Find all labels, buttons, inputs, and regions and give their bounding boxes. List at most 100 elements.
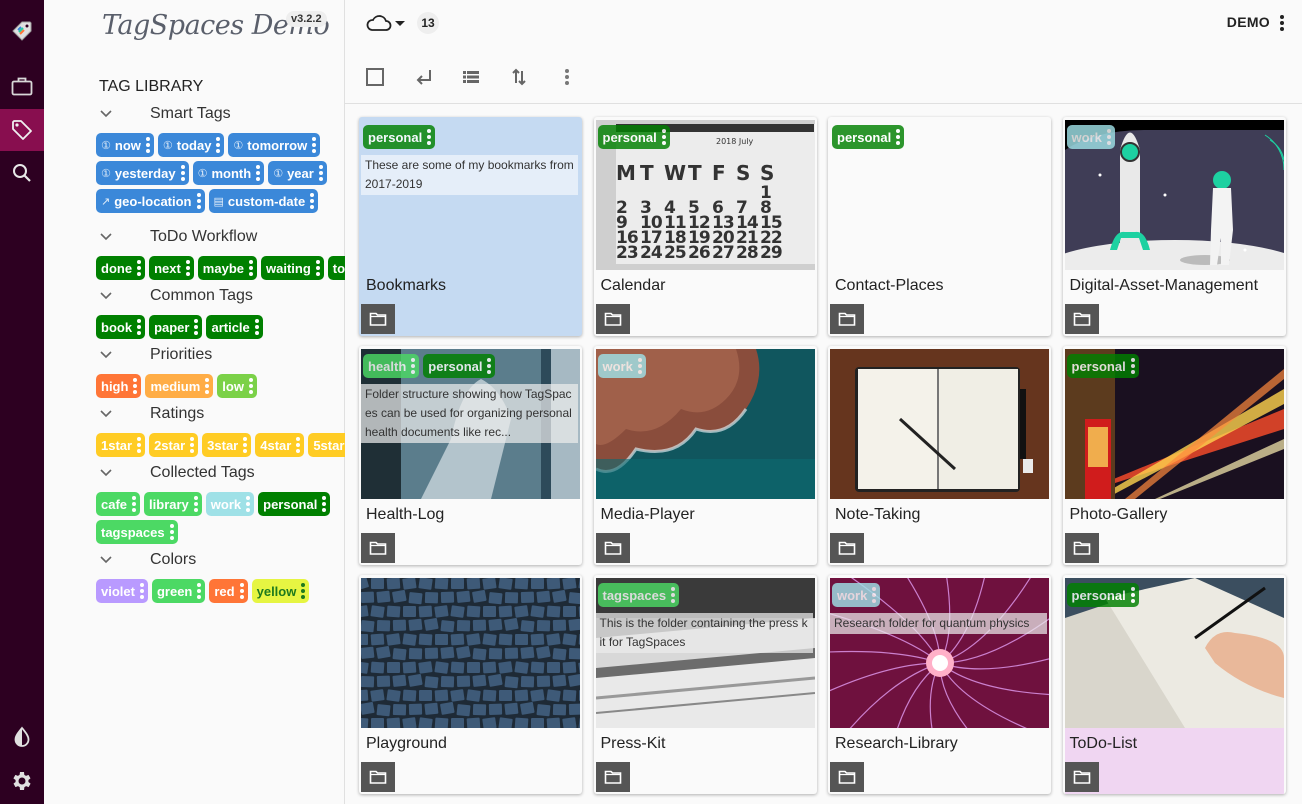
tag-menu-icon[interactable] [216,137,221,153]
folder-tag-chip[interactable]: personal [363,125,436,149]
tag-menu-icon[interactable] [194,319,199,335]
tag-menu-icon[interactable] [296,437,301,453]
open-folder-button[interactable] [830,304,864,334]
tag-menu-icon[interactable] [318,165,323,181]
tag-group-header[interactable]: Common Tags [96,283,386,309]
tag-menu-icon[interactable] [671,587,676,603]
tag-menu-icon[interactable] [132,496,137,512]
tag-chip[interactable]: personal [258,492,331,516]
open-folder-button[interactable] [1064,762,1099,792]
tag-menu-icon[interactable] [248,378,253,394]
folder-card[interactable]: work Research folder for quantum physics R… [828,575,1051,794]
folder-tag-chip[interactable]: personal [1066,583,1139,607]
tag-menu-icon[interactable] [185,260,190,276]
tag-group-header[interactable]: Colors [96,547,386,573]
tag-menu-icon[interactable] [661,129,666,145]
tag-chip[interactable]: yellow [251,579,310,603]
tag-menu-icon[interactable] [312,137,317,153]
tag-chip[interactable]: article [206,315,263,339]
folder-tag-chip[interactable]: tagspaces [597,583,680,607]
folder-tag-chip[interactable]: health [363,354,420,378]
tag-menu-icon[interactable] [137,319,142,335]
tag-menu-icon[interactable] [310,193,315,209]
tag-chip[interactable]: low [217,374,257,398]
tag-menu-icon[interactable] [637,358,642,374]
tag-menu-icon[interactable] [896,129,901,145]
tag-menu-icon[interactable] [246,496,251,512]
tag-chip[interactable]: ① now [96,133,154,157]
tag-menu-icon[interactable] [254,319,259,335]
tag-menu-icon[interactable] [427,129,432,145]
tag-menu-icon[interactable] [196,193,201,209]
folder-tag-chip[interactable]: work [1066,125,1115,149]
open-folder-button[interactable] [1064,533,1099,563]
tag-chip[interactable]: ① tomorrow [228,133,321,157]
tag-menu-icon[interactable] [137,260,142,276]
tag-chip[interactable]: cafe [96,492,141,516]
tag-group-header[interactable]: Priorities [96,342,386,368]
open-folder-button[interactable] [595,762,630,792]
open-folder-button[interactable] [595,533,630,563]
folder-card[interactable]: tagspaces This is the folder containing t… [593,575,817,794]
folder-card[interactable]: health personal Folder structure showing h… [359,346,582,565]
folder-tag-chip[interactable]: personal [832,125,905,149]
folder-card[interactable]: personal Photo-Gallery [1062,346,1286,565]
more-options-button[interactable] [554,64,580,90]
tag-chip[interactable]: ▤ custom-date [208,189,319,213]
tag-menu-icon[interactable] [169,524,174,540]
folder-card[interactable]: personal Contact-Places [828,117,1051,336]
tag-menu-icon[interactable] [239,583,244,599]
folder-tag-chip[interactable]: personal [423,354,496,378]
tag-chip[interactable]: violet [96,579,148,603]
open-folder-button[interactable] [830,533,864,563]
tag-menu-icon[interactable] [487,358,492,374]
tag-menu-icon[interactable] [1130,587,1135,603]
tag-menu-icon[interactable] [205,378,210,394]
folder-tag-chip[interactable]: personal [597,125,670,149]
tag-chip[interactable]: tagspaces [96,520,178,544]
tagspaces-logo-button[interactable] [0,10,44,52]
parent-folder-button[interactable] [411,64,437,90]
folder-tag-chip[interactable]: work [832,583,881,607]
tag-group-header[interactable]: Collected Tags [96,460,386,486]
folder-card[interactable]: Note-Taking [828,346,1051,565]
tag-menu-icon[interactable] [145,137,150,153]
tag-menu-icon[interactable] [197,583,202,599]
folder-card[interactable]: Playground [359,575,582,794]
open-folder-button[interactable] [361,304,395,334]
tag-menu-icon[interactable] [1130,358,1135,374]
folder-card[interactable]: 2018 July M T W T F S S 1 2 3 4 5 6 7 8 9 10 11 12 13 14 15 16 1… [593,117,817,336]
sort-button[interactable] [506,64,532,90]
locations-button[interactable] [0,65,44,107]
tag-menu-icon[interactable] [249,260,253,276]
tag-library-button[interactable] [0,109,44,151]
open-folder-button[interactable] [595,304,630,334]
open-folder-button[interactable] [1064,304,1099,334]
folder-card[interactable]: work Media-Player [593,346,817,565]
tag-menu-icon[interactable] [139,583,144,599]
tag-menu-icon[interactable] [190,437,195,453]
tag-menu-icon[interactable] [137,437,142,453]
tag-menu-icon[interactable] [243,437,248,453]
folder-card[interactable]: personal ToDo-List [1062,575,1286,794]
tag-menu-icon[interactable] [315,260,320,276]
tag-chip[interactable]: ① today [157,133,225,157]
theme-toggle-button[interactable] [0,716,44,758]
tag-chip[interactable]: ↗ geo-location [96,189,205,213]
tag-chip[interactable]: waiting [261,256,324,280]
tag-menu-icon[interactable] [322,496,327,512]
settings-button[interactable] [0,760,44,802]
tag-chip[interactable]: 3star [202,433,252,457]
tag-chip[interactable]: ① month [192,161,265,185]
tag-chip[interactable]: 4star [255,433,305,457]
tag-menu-icon[interactable] [256,165,261,181]
tag-menu-icon[interactable] [193,496,198,512]
tag-chip[interactable]: next [149,256,194,280]
open-folder-button[interactable] [830,762,864,792]
search-button[interactable] [0,152,44,194]
folder-tag-chip[interactable]: work [597,354,646,378]
folder-card[interactable]: work Digital-Asset-Management [1062,117,1286,336]
tag-chip[interactable]: ① year [268,161,327,185]
tag-group-header[interactable]: ToDo Workflow [96,224,386,250]
tag-menu-icon[interactable] [411,358,416,374]
